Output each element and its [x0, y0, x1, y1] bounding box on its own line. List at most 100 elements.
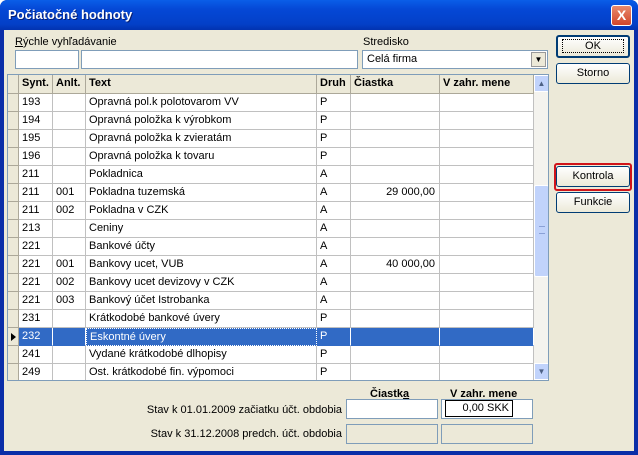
cell-anlt[interactable] — [53, 364, 86, 380]
col-header-text[interactable]: Text — [86, 75, 317, 94]
cell-druh[interactable]: A — [317, 256, 351, 274]
cell-ciastka[interactable] — [351, 274, 440, 292]
col-header-ciastka[interactable]: Čiastka — [351, 75, 440, 94]
row-indicator[interactable] — [8, 292, 19, 310]
cell-synt[interactable]: 249 — [19, 364, 53, 380]
cell-anlt[interactable]: 001 — [53, 184, 86, 202]
row-indicator[interactable] — [8, 202, 19, 220]
table-row[interactable]: 241 Vydané krátkodobé dlhopisy P — [8, 346, 534, 364]
row-indicator[interactable] — [8, 112, 19, 130]
cell-text[interactable]: Opravná položka k zvieratám — [86, 130, 317, 148]
row-indicator[interactable] — [8, 166, 19, 184]
cell-zahr[interactable] — [440, 238, 534, 256]
cell-ciastka[interactable] — [351, 166, 440, 184]
cell-druh[interactable]: P — [317, 310, 351, 328]
quick-search-input-1[interactable] — [15, 50, 79, 69]
summary-row1-ciastka-input[interactable] — [346, 399, 438, 419]
cell-text[interactable]: Bankový účet Istrobanka — [86, 292, 317, 310]
table-row[interactable]: 231 Krátkodobé bankové úvery P — [8, 310, 534, 328]
cell-zahr[interactable] — [440, 184, 534, 202]
cell-anlt[interactable] — [53, 112, 86, 130]
cell-anlt[interactable]: 002 — [53, 274, 86, 292]
table-row[interactable]: 211 002 Pokladna v CZK A — [8, 202, 534, 220]
cell-zahr[interactable] — [440, 328, 534, 346]
cell-zahr[interactable] — [440, 94, 534, 112]
cell-zahr[interactable] — [440, 166, 534, 184]
cell-synt[interactable]: 211 — [19, 184, 53, 202]
storno-button[interactable]: Storno — [556, 63, 630, 84]
close-button[interactable]: X — [611, 5, 632, 26]
table-row[interactable]: 232 Eskontné úvery P — [8, 328, 534, 346]
funkcie-button[interactable]: Funkcie — [556, 192, 630, 213]
row-indicator[interactable] — [8, 364, 19, 380]
cell-synt[interactable]: 231 — [19, 310, 53, 328]
cell-zahr[interactable] — [440, 310, 534, 328]
scroll-down-icon[interactable]: ▼ — [534, 363, 548, 380]
cell-text[interactable]: Krátkodobé bankové úvery — [86, 310, 317, 328]
table-row[interactable]: 249 Ost. krátkodobé fin. výpomoci P — [8, 364, 534, 380]
cell-druh[interactable]: P — [317, 148, 351, 166]
cell-text[interactable]: Pokladna v CZK — [86, 202, 317, 220]
cell-text[interactable]: Vydané krátkodobé dlhopisy — [86, 346, 317, 364]
table-row[interactable]: 221 003 Bankový účet Istrobanka A — [8, 292, 534, 310]
cell-druh[interactable]: P — [317, 94, 351, 112]
cell-zahr[interactable] — [440, 292, 534, 310]
scroll-thumb[interactable] — [534, 185, 548, 277]
row-indicator[interactable] — [8, 256, 19, 274]
cell-ciastka[interactable] — [351, 238, 440, 256]
cell-druh[interactable]: A — [317, 274, 351, 292]
table-row[interactable]: 194 Opravná položka k výrobkom P — [8, 112, 534, 130]
title-bar[interactable]: Počiatočné hodnoty X — [0, 0, 638, 30]
cell-ciastka[interactable] — [351, 112, 440, 130]
cell-synt[interactable]: 194 — [19, 112, 53, 130]
cell-text[interactable]: Opravná položka k tovaru — [86, 148, 317, 166]
cell-text[interactable]: Bankovy ucet, VUB — [86, 256, 317, 274]
cell-anlt[interactable] — [53, 220, 86, 238]
table-row[interactable]: 221 001 Bankovy ucet, VUB A 40 000,00 — [8, 256, 534, 274]
cell-synt[interactable]: 221 — [19, 256, 53, 274]
cell-druh[interactable]: P — [317, 328, 351, 346]
accounts-grid[interactable]: Synt. Anlt. Text Druh Čiastka V zahr. me… — [7, 74, 549, 381]
cell-text[interactable]: Ost. krátkodobé fin. výpomoci — [86, 364, 317, 380]
cell-druh[interactable]: P — [317, 112, 351, 130]
cell-text[interactable]: Eskontné úvery — [86, 328, 317, 346]
cell-ciastka[interactable] — [351, 328, 440, 346]
row-indicator[interactable] — [8, 94, 19, 112]
cell-anlt[interactable] — [53, 94, 86, 112]
row-indicator[interactable] — [8, 274, 19, 292]
stredisko-select[interactable]: Celá firma ▼ — [362, 50, 548, 69]
cell-text[interactable]: Pokladnica — [86, 166, 317, 184]
cell-synt[interactable]: 195 — [19, 130, 53, 148]
cell-synt[interactable]: 196 — [19, 148, 53, 166]
cell-synt[interactable]: 241 — [19, 346, 53, 364]
col-header-synt[interactable]: Synt. — [19, 75, 53, 94]
cell-druh[interactable]: A — [317, 220, 351, 238]
table-row[interactable]: 195 Opravná položka k zvieratám P — [8, 130, 534, 148]
cell-ciastka[interactable] — [351, 346, 440, 364]
cell-anlt[interactable] — [53, 166, 86, 184]
cell-text[interactable]: Bankovy ucet devizovy v CZK — [86, 274, 317, 292]
cell-zahr[interactable] — [440, 130, 534, 148]
row-indicator[interactable] — [8, 310, 19, 328]
cell-text[interactable]: Opravná pol.k polotovarom VV — [86, 94, 317, 112]
row-indicator[interactable] — [8, 148, 19, 166]
row-indicator[interactable] — [8, 184, 19, 202]
summary-row1-zahr-value[interactable]: 0,00 SKK — [445, 400, 513, 417]
cell-zahr[interactable] — [440, 202, 534, 220]
cell-anlt[interactable]: 003 — [53, 292, 86, 310]
cell-ciastka[interactable] — [351, 292, 440, 310]
cell-anlt[interactable] — [53, 130, 86, 148]
cell-ciastka[interactable] — [351, 202, 440, 220]
cell-druh[interactable]: P — [317, 346, 351, 364]
col-header-zahr[interactable]: V zahr. mene — [440, 75, 534, 94]
cell-zahr[interactable] — [440, 220, 534, 238]
table-row[interactable]: 211 Pokladnica A — [8, 166, 534, 184]
row-indicator[interactable] — [8, 238, 19, 256]
cell-anlt[interactable] — [53, 310, 86, 328]
cell-synt[interactable]: 232 — [19, 328, 53, 346]
cell-zahr[interactable] — [440, 274, 534, 292]
table-row[interactable]: 196 Opravná položka k tovaru P — [8, 148, 534, 166]
cell-zahr[interactable] — [440, 256, 534, 274]
cell-druh[interactable]: A — [317, 292, 351, 310]
cell-synt[interactable]: 213 — [19, 220, 53, 238]
